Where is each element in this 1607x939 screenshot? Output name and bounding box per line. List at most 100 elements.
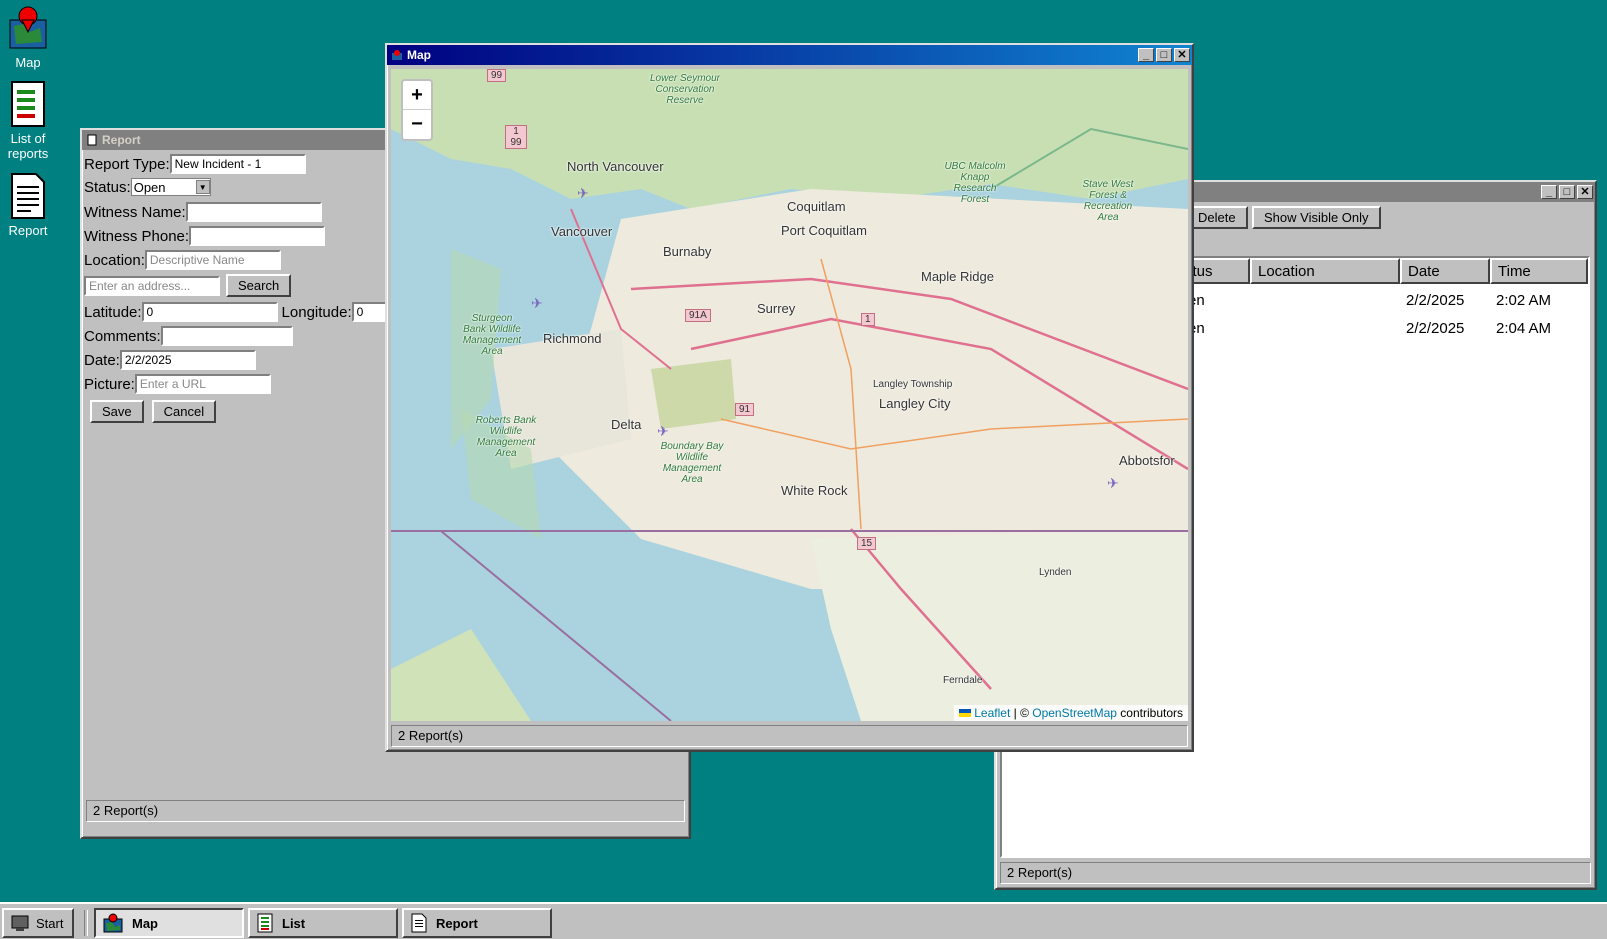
highway-shield: 1 99 bbox=[505, 125, 527, 149]
report-icon bbox=[411, 913, 427, 933]
map-label-delta: Delta bbox=[611, 417, 642, 432]
map-label-lower-seymour: Lower Seymour Conservation Reserve bbox=[649, 73, 721, 106]
highway-shield: 15 bbox=[857, 537, 877, 550]
report-type-label: Report Type: bbox=[84, 155, 170, 173]
comments-label: Comments: bbox=[84, 327, 161, 345]
cancel-button[interactable]: Cancel bbox=[151, 400, 217, 423]
map-label-port-coquitlam: Port Coquitlam bbox=[781, 223, 867, 238]
cell-time: 2:02 AM bbox=[1496, 292, 1552, 309]
map-label-richmond: Richmond bbox=[543, 331, 602, 346]
list-icon bbox=[11, 81, 45, 127]
airport-icon: ✈ bbox=[531, 295, 543, 311]
save-button[interactable]: Save bbox=[90, 400, 144, 423]
maximize-icon[interactable]: □ bbox=[1156, 48, 1172, 62]
map-label-ubc-forest: UBC Malcolm Knapp Research Forest bbox=[944, 161, 1006, 205]
witness-name-label: Witness Name: bbox=[84, 203, 186, 221]
cell-time: 2:04 AM bbox=[1496, 320, 1552, 337]
map-view[interactable]: North Vancouver Vancouver Burnaby Coquit… bbox=[391, 69, 1188, 721]
map-label-maple-ridge: Maple Ridge bbox=[921, 269, 994, 284]
map-label-surrey: Surrey bbox=[757, 301, 796, 316]
openstreetmap-link[interactable]: OpenStreetMap bbox=[1032, 706, 1117, 720]
witness-name-field[interactable] bbox=[185, 202, 322, 222]
highway-shield: 1 bbox=[861, 313, 875, 326]
latitude-label: Latitude: bbox=[84, 303, 142, 321]
desktop-icon-report[interactable]: Report bbox=[0, 172, 56, 238]
map-icon bbox=[392, 50, 402, 60]
chevron-down-icon[interactable]: ▼ bbox=[195, 180, 210, 194]
show-visible-only-button[interactable]: Show Visible Only bbox=[1252, 206, 1381, 229]
map-label-vancouver: Vancouver bbox=[551, 224, 613, 239]
close-icon[interactable]: ✕ bbox=[1577, 185, 1593, 199]
column-header-time[interactable]: Time bbox=[1490, 258, 1588, 284]
desktop-icon-map[interactable]: Map bbox=[0, 4, 56, 70]
map-label-ferndale: Ferndale bbox=[943, 675, 983, 686]
taskbar-button-label: List bbox=[282, 915, 306, 931]
zoom-control: + − bbox=[401, 79, 433, 141]
highway-shield: 99 bbox=[487, 69, 507, 82]
location-field[interactable] bbox=[144, 250, 281, 270]
desktop-icon-label: Map bbox=[15, 55, 41, 70]
attribution-tail: contributors bbox=[1116, 706, 1183, 720]
date-field[interactable] bbox=[119, 350, 256, 370]
witness-phone-field[interactable] bbox=[189, 226, 326, 246]
desktop-icon-list-of-reports[interactable]: List of reports bbox=[0, 80, 56, 161]
location-label: Location: bbox=[84, 251, 145, 269]
taskbar-button-list[interactable]: List bbox=[248, 908, 398, 938]
map-attribution: Leaflet | © OpenStreetMap contributors bbox=[953, 705, 1188, 721]
map-label-stave-west: Stave West Forest & Recreation Area bbox=[1082, 179, 1134, 223]
airport-icon: ✈ bbox=[577, 185, 589, 201]
leaflet-link[interactable]: Leaflet bbox=[974, 706, 1010, 720]
map-label-lynden: Lynden bbox=[1039, 567, 1072, 578]
status-bar: 2 Report(s) bbox=[1000, 862, 1591, 884]
map-titlebar[interactable]: Map _ □ ✕ bbox=[387, 45, 1192, 65]
taskbar-button-map[interactable]: Map bbox=[94, 908, 244, 938]
map-label-roberts-bank: Roberts Bank Wildlife Management Area bbox=[475, 415, 537, 459]
comments-field[interactable] bbox=[160, 326, 293, 346]
search-button[interactable]: Search bbox=[226, 274, 292, 297]
desktop-icon-label: Report bbox=[8, 223, 48, 238]
map-label-boundary-bay: Boundary Bay Wildlife Management Area bbox=[660, 441, 724, 485]
column-header-date[interactable]: Date bbox=[1400, 258, 1490, 284]
map-label-langley-township: Langley Township bbox=[873, 379, 953, 390]
start-icon bbox=[11, 915, 29, 931]
airport-icon: ✈ bbox=[1107, 475, 1119, 491]
highway-shield: 91 bbox=[735, 403, 755, 416]
column-header-location[interactable]: Location bbox=[1250, 258, 1400, 284]
taskbar-divider bbox=[84, 910, 88, 936]
taskbar: Start Map List Report bbox=[0, 902, 1607, 939]
status-bar: 2 Report(s) bbox=[391, 725, 1188, 747]
cell-date: 2/2/2025 bbox=[1406, 320, 1465, 337]
status-select[interactable]: Open ▼ bbox=[130, 178, 211, 196]
map-label-sturgeon-bank: Sturgeon Bank Wildlife Management Area bbox=[462, 313, 522, 357]
map-label-burnaby: Burnaby bbox=[663, 244, 712, 259]
close-icon[interactable]: ✕ bbox=[1174, 48, 1190, 62]
attribution-separator: | © bbox=[1010, 706, 1033, 720]
minimize-icon[interactable]: _ bbox=[1138, 48, 1154, 62]
zoom-out-button[interactable]: − bbox=[403, 110, 431, 139]
map-icon bbox=[103, 913, 123, 933]
ukraine-flag-icon bbox=[958, 709, 971, 717]
minimize-icon[interactable]: _ bbox=[1541, 185, 1557, 199]
start-label: Start bbox=[36, 915, 64, 931]
map-tiles bbox=[391, 69, 1188, 721]
map-label-langley-city: Langley City bbox=[879, 396, 951, 411]
delete-button[interactable]: Delete bbox=[1186, 206, 1248, 229]
map-label-white-rock: White Rock bbox=[781, 483, 848, 498]
desktop-icon-label: List of reports bbox=[7, 131, 49, 161]
cell-date: 2/2/2025 bbox=[1406, 292, 1465, 309]
window-title: Map bbox=[407, 48, 431, 62]
map-label-coquitlam: Coquitlam bbox=[787, 199, 846, 214]
report-type-field[interactable] bbox=[169, 154, 306, 174]
maximize-icon[interactable]: □ bbox=[1559, 185, 1575, 199]
zoom-in-button[interactable]: + bbox=[403, 81, 431, 110]
start-button[interactable]: Start bbox=[2, 908, 74, 938]
report-icon bbox=[87, 134, 97, 146]
latitude-field[interactable] bbox=[141, 302, 278, 322]
taskbar-button-label: Map bbox=[132, 915, 158, 931]
taskbar-button-report[interactable]: Report bbox=[402, 908, 552, 938]
witness-phone-label: Witness Phone: bbox=[84, 227, 190, 245]
picture-field[interactable] bbox=[134, 374, 271, 394]
list-icon bbox=[257, 913, 273, 933]
address-field[interactable] bbox=[84, 275, 220, 296]
date-label: Date: bbox=[84, 351, 120, 369]
